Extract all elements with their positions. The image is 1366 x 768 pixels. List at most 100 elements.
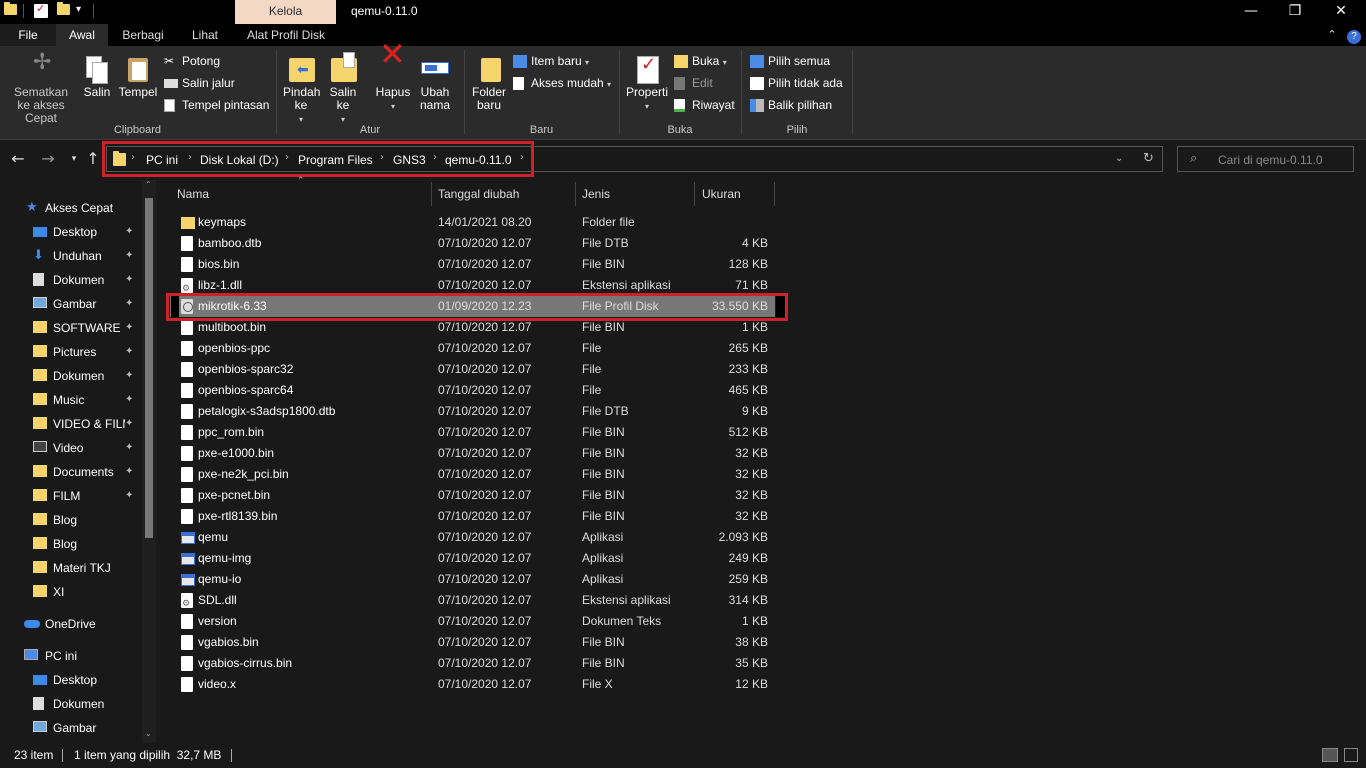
nav-quick-item[interactable]: Dokumen ✦ [0,364,140,388]
scroll-up-icon[interactable]: ⌃ [145,180,152,189]
properties-button[interactable]: ✓ Properti ▾ [624,50,670,113]
up-arrow-icon[interactable]: ↑ [83,149,103,169]
tab-file[interactable]: File [0,24,56,46]
nav-quick-item[interactable]: Video ✦ [0,436,140,460]
copy-button[interactable]: Salin [80,50,114,99]
breadcrumb-gns3[interactable]: GNS3 [393,153,426,167]
select-none-button[interactable]: Pilih tidak ada [750,74,843,92]
nav-quick-item[interactable]: FILM ✦ [0,484,140,508]
customize-quick-access-icon[interactable]: ▾ [76,4,90,18]
address-bar[interactable]: › PC ini › Disk Lokal (D:) › Program Fil… [106,146,1163,172]
invert-selection-button[interactable]: Balik pilihan [750,96,832,114]
tab-lihat[interactable]: Lihat [182,24,228,46]
file-row[interactable]: vgabios-cirrus.bin 07/10/2020 12.07 File B… [170,653,775,674]
copy-to-button[interactable]: Salin ke ▾ [325,50,361,126]
scrollbar-thumb[interactable] [145,198,153,538]
maximize-button[interactable]: ❐ [1272,0,1318,24]
breadcrumb-pc-ini[interactable]: PC ini [146,153,178,167]
new-item-button[interactable]: Item baru ▾ [513,52,589,70]
nav-quick-item[interactable]: ⬇ Unduhan ✦ [0,244,140,268]
cut-button[interactable]: ✂ Potong [164,52,220,70]
column-header-size[interactable]: Ukuran [702,180,772,208]
refresh-icon[interactable]: ↻ [1143,151,1154,166]
new-folder-button[interactable]: Folder baru [469,50,509,112]
back-arrow-icon[interactable]: ← [8,149,28,169]
nav-quick-item[interactable]: Documents ✦ [0,460,140,484]
file-row[interactable]: qemu-io 07/10/2020 12.07 Aplikasi 259 KB [170,569,775,590]
search-box[interactable]: ⌕ Cari di qemu-0.11.0 [1177,146,1354,172]
tab-alat-profil-disk[interactable]: Alat Profil Disk [240,24,332,46]
paste-shortcut-button[interactable]: Tempel pintasan [164,96,269,114]
nav-pc-item[interactable]: Dokumen [0,692,140,716]
tab-berbagi[interactable]: Berbagi [113,24,173,46]
nav-quick-item[interactable]: Materi TKJ [0,556,140,580]
new-folder-quick-icon[interactable] [57,2,71,18]
nav-pc-item[interactable]: Desktop [0,668,140,692]
column-header-date[interactable]: Tanggal diubah [438,180,574,208]
file-row[interactable]: keymaps 14/01/2021 08.20 Folder file [170,212,775,233]
address-history-dropdown-icon[interactable]: ⌄ [1115,153,1123,164]
file-row[interactable]: ppc_rom.bin 07/10/2020 12.07 File BIN 512 K… [170,422,775,443]
file-row[interactable]: qemu-img 07/10/2020 12.07 Aplikasi 249 KB [170,548,775,569]
open-button[interactable]: Buka ▾ [674,52,727,70]
file-row[interactable]: version 07/10/2020 12.07 Dokumen Teks 1 KB [170,611,775,632]
file-row[interactable]: multiboot.bin 07/10/2020 12.07 File BIN 1 K… [170,317,775,338]
file-row[interactable]: pxe-ne2k_pci.bin 07/10/2020 12.07 File BIN… [170,464,775,485]
nav-quick-item[interactable]: SOFTWARE ✦ [0,316,140,340]
file-row[interactable]: bamboo.dtb 07/10/2020 12.07 File DTB 4 KB [170,233,775,254]
file-row[interactable]: mikrotik-6.33 01/09/2020 12.23 File Profil… [170,296,786,317]
nav-quick-item[interactable]: Desktop ✦ [0,220,140,244]
breadcrumb-qemu[interactable]: qemu-0.11.0 [445,153,512,167]
paste-button[interactable]: Tempel [118,50,158,99]
file-row[interactable]: pxe-e1000.bin 07/10/2020 12.07 File BIN 32 … [170,443,775,464]
copy-path-button[interactable]: Salin jalur [164,74,235,92]
move-to-button[interactable]: ⬅ Pindah ke ▾ [281,50,321,126]
history-button[interactable]: Riwayat [674,96,735,114]
nav-quick-item[interactable]: Pictures ✦ [0,340,140,364]
help-icon[interactable]: ? [1346,24,1362,46]
file-row[interactable]: libz-1.dll 07/10/2020 12.07 Ekstensi aplik… [170,275,775,300]
forward-arrow-icon[interactable]: → [38,149,58,169]
file-row[interactable]: openbios-sparc32 07/10/2020 12.07 File 233 … [170,359,775,380]
nav-quick-item[interactable]: Dokumen ✦ [0,268,140,292]
breadcrumb-disk-lokal[interactable]: Disk Lokal (D:) [200,153,279,167]
details-view-icon[interactable] [1322,748,1338,762]
file-row[interactable]: openbios-sparc64 07/10/2020 12.07 File 465 … [170,380,775,401]
select-all-button[interactable]: Pilih semua [750,52,830,70]
tab-awal[interactable]: Awal [56,24,108,46]
scroll-down-icon[interactable]: ⌄ [145,729,152,738]
file-row[interactable]: bios.bin 07/10/2020 12.07 File BIN 128 KB [170,254,775,275]
file-row[interactable]: pxe-rtl8139.bin 07/10/2020 12.07 File BIN 3… [170,506,775,527]
context-tab-kelola[interactable]: Kelola [235,0,336,24]
close-button[interactable]: ✕ [1318,0,1364,24]
nav-onedrive[interactable]: OneDrive [0,612,140,636]
pin-quick-access-button[interactable]: ✢ Sematkan ke akses Cepat [6,50,76,125]
nav-pc[interactable]: PC ini [0,644,140,668]
recent-locations-icon[interactable]: ▾ [64,149,84,169]
properties-quick-icon[interactable]: ✓ [34,2,48,18]
file-row[interactable]: vgabios.bin 07/10/2020 12.07 File BIN 38 KB [170,632,775,653]
row-checkbox[interactable] [171,296,179,317]
nav-quick-access[interactable]: ★ Akses Cepat [0,196,140,220]
edit-button[interactable]: Edit [674,74,713,92]
file-row[interactable]: openbios-ppc 07/10/2020 12.07 File 265 KB [170,338,775,359]
nav-quick-item[interactable]: Blog [0,532,140,556]
nav-quick-item[interactable]: Blog [0,508,140,532]
delete-button[interactable]: ✕ Hapus ▾ [373,38,413,113]
file-row[interactable]: qemu 07/10/2020 12.07 Aplikasi 2.093 KB [170,527,775,548]
column-header-type[interactable]: Jenis [582,180,692,208]
large-icons-view-icon[interactable] [1344,748,1358,762]
rename-button[interactable]: Ubah nama [415,50,455,112]
file-row[interactable]: petalogix-s3adsp1800.dtb 07/10/2020 12.07… [170,401,775,422]
nav-quick-item[interactable]: VIDEO & FILM ✦ [0,412,140,436]
nav-quick-item[interactable]: Gambar ✦ [0,292,140,316]
breadcrumb-program-files[interactable]: Program Files [298,153,373,167]
sidebar-scrollbar[interactable]: ⌃ ⌄ [142,180,156,743]
nav-quick-item[interactable]: XI [0,580,140,604]
minimize-button[interactable]: — [1228,0,1274,24]
file-row[interactable]: pxe-pcnet.bin 07/10/2020 12.07 File BIN 32 … [170,485,775,506]
collapse-ribbon-icon[interactable]: ⌃ [1322,24,1342,46]
column-header-name[interactable]: Nama [177,180,429,208]
file-row[interactable]: video.x 07/10/2020 12.07 File X 12 KB [170,674,775,695]
nav-quick-item[interactable]: Music ✦ [0,388,140,412]
